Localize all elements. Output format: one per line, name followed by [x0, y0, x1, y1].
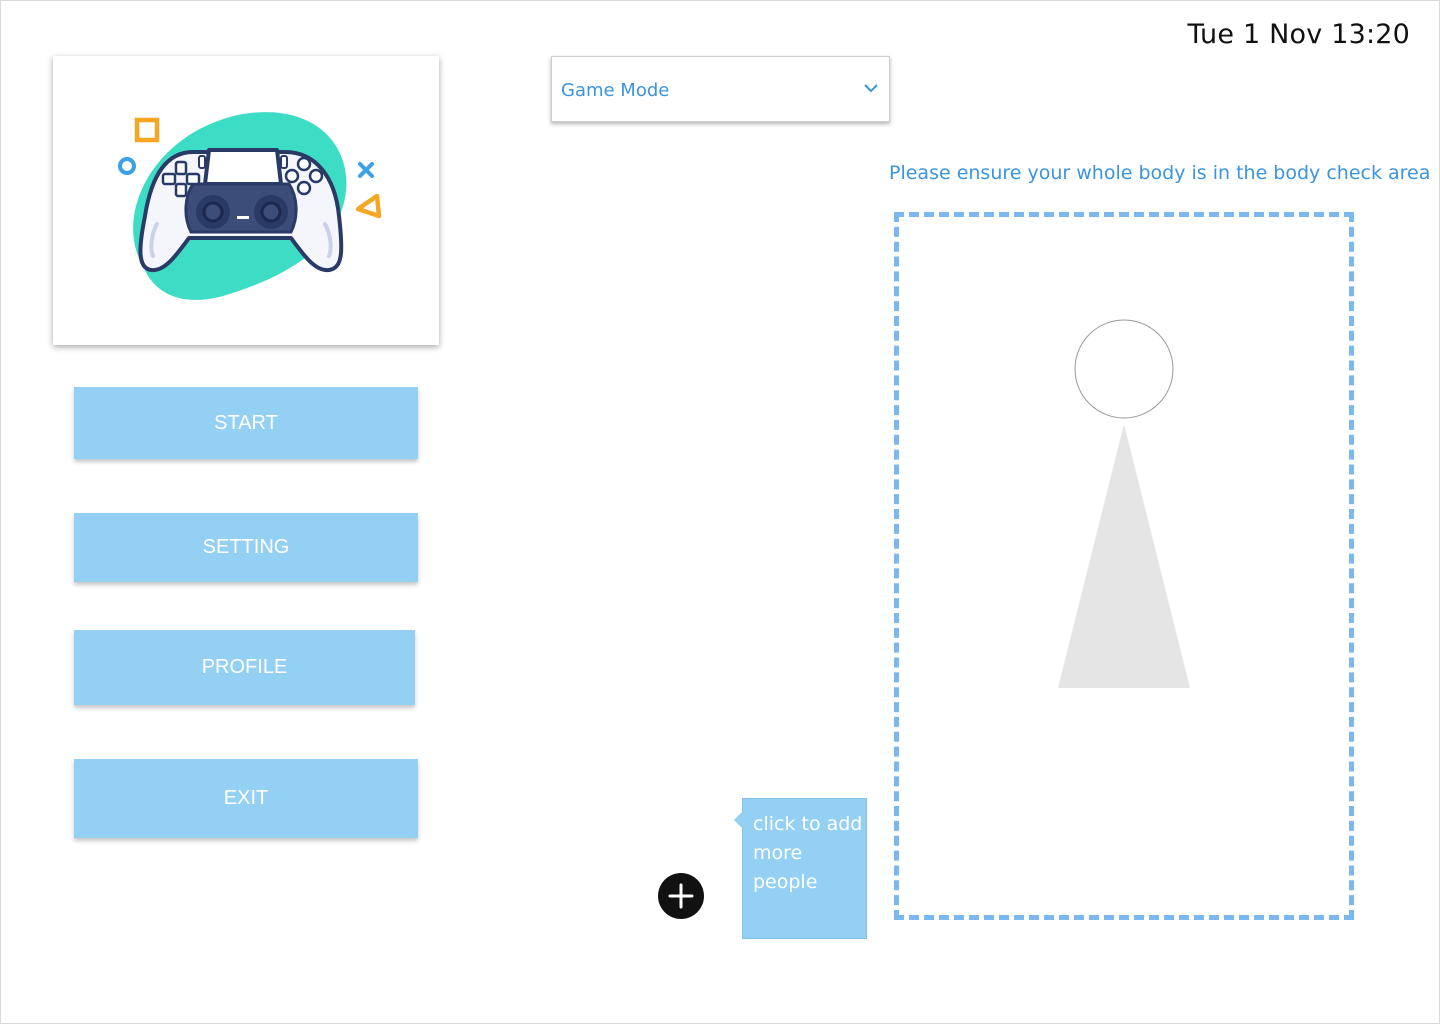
clock: Tue 1 Nov 13:20: [1187, 19, 1410, 50]
game-mode-select[interactable]: Game Mode: [551, 56, 890, 122]
logo-card: [53, 56, 439, 345]
plus-icon: [668, 883, 694, 909]
chevron-down-icon: [864, 84, 878, 93]
body-check-area: [894, 212, 1354, 920]
app-frame: Tue 1 Nov 13:20 START SETTING PROFILE EX…: [0, 0, 1440, 1024]
add-people-tooltip: click to add more people: [734, 798, 867, 939]
add-people-tooltip-text: click to add more people: [753, 813, 863, 893]
game-controller-icon: [118, 112, 382, 300]
setting-button[interactable]: SETTING: [74, 513, 418, 582]
body-check-hint: Please ensure your whole body is in the …: [889, 162, 1431, 184]
exit-button[interactable]: EXIT: [74, 759, 418, 838]
add-people-button[interactable]: [658, 873, 704, 919]
game-mode-label: Game Mode: [561, 80, 670, 101]
profile-button[interactable]: PROFILE: [74, 630, 415, 705]
start-button[interactable]: START: [74, 387, 418, 459]
person-silhouette: [1058, 319, 1190, 688]
